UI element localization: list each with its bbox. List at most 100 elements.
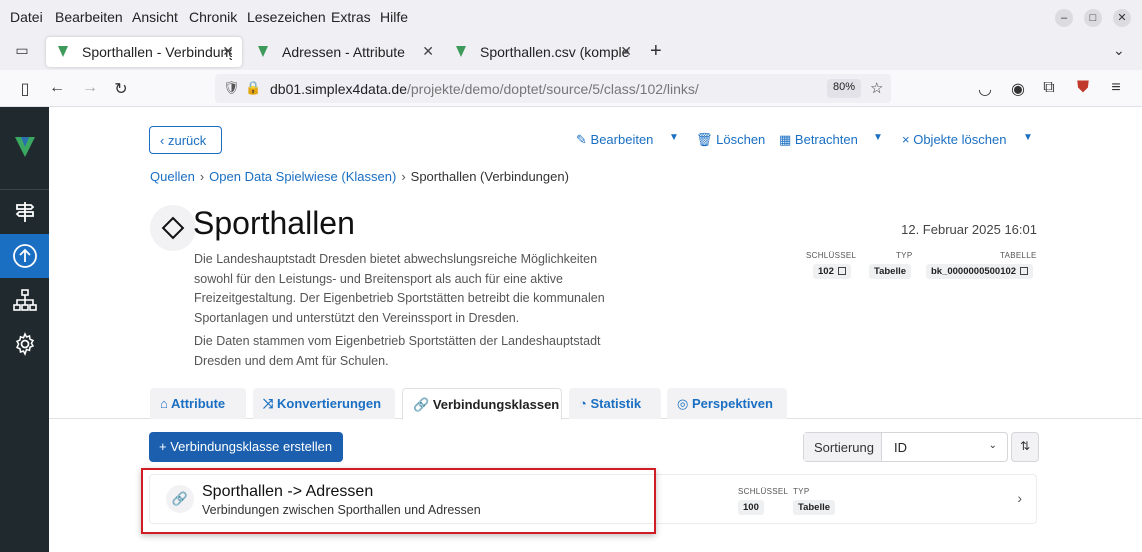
tab-perspektiven[interactable]: ◎ Perspektiven [667,388,787,419]
link-icon: 🔗 [413,397,430,412]
menu-lesezeichen[interactable]: Lesezeichen [247,9,326,25]
delete-button[interactable]: 🗑 Löschen [696,132,765,148]
type-value-badge: Tabelle [869,264,912,279]
url-text[interactable]: db01.simplex4data.de/projekte/demo/dopte… [270,81,699,97]
compass-icon: ◎ [677,396,689,411]
favicon-icon [58,46,68,57]
sidebar-item-upload[interactable] [0,234,49,278]
chevron-right-icon: › [199,169,205,184]
sort-label: Sortierung [804,433,882,461]
menu-datei[interactable]: Datei [10,9,43,25]
reload-icon[interactable]: ↻ [111,79,131,99]
class-type-icon [150,205,196,251]
browser-tab-label: Sporthallen - Verbindungsklassen [82,44,232,60]
back-button[interactable]: ‹ zurück [149,126,222,154]
chevron-down-icon[interactable]: ⌄ [1113,42,1125,59]
view-button[interactable]: ▦ Betrachten [779,132,858,148]
pencil-icon: ✎ [576,132,587,147]
menu-chronik[interactable]: Chronik [189,9,237,25]
delete-objects-button[interactable]: × Objekte löschen [902,132,1006,147]
copy-icon[interactable] [837,267,846,275]
tab-attribute[interactable]: ⌂ Attribute [150,388,246,419]
trash-icon: 🗑 [696,132,713,147]
link-icon: 🔗 [166,485,194,513]
url-bar[interactable]: 🛡 🔒 db01.simplex4data.de/projekte/demo/d… [215,74,891,103]
list-item-subtitle: Verbindungen zwischen Sporthallen und Ad… [202,503,481,517]
sidebar-item-sitemap[interactable] [0,278,49,322]
list-item-title[interactable]: Sporthallen -> Adressen [202,483,373,501]
item-type-value: Tabelle [793,500,836,515]
tab-label: Verbindungsklassen [432,397,560,412]
close-window-icon[interactable]: ✕ [1113,9,1131,27]
view-dropdown-caret-icon[interactable]: ▼ [873,132,883,143]
breadcrumb-link-spielwiese[interactable]: Open Data Spielwiese (Klassen) [209,169,396,184]
breadcrumb-link-quellen[interactable]: Quellen [150,169,195,184]
sidebar-item-settings[interactable] [0,322,49,366]
sidebar-toggle-icon[interactable]: ▯ [15,79,35,99]
sidebar-item-routing[interactable] [0,190,49,234]
create-link-class-button[interactable]: + Verbindungsklasse erstellen [149,432,343,462]
hamburger-menu-icon[interactable]: ≡ [1106,79,1126,97]
chevron-right-icon[interactable]: › [1017,490,1022,506]
extensions-icon[interactable]: ⧉ [1039,79,1059,97]
menu-hilfe[interactable]: Hilfe [380,9,408,25]
menu-extras[interactable]: Extras [331,9,371,25]
table-value: bk_0000000500102 [931,266,1017,277]
account-icon[interactable]: ◉ [1008,79,1028,99]
new-tab-icon[interactable]: + [650,40,662,63]
menu-ansicht[interactable]: Ansicht [132,9,178,25]
pie-chart-icon: ◔ [579,396,587,411]
close-tab-icon[interactable]: ✕ [222,43,234,60]
tab-label: Attribute [171,396,226,411]
menu-bearbeiten[interactable]: Bearbeiten [55,9,123,25]
edit-button[interactable]: ✎ Bearbeiten [576,132,653,148]
view-button-label: Betrachten [794,132,858,147]
delete-objects-dropdown-caret-icon[interactable]: ▼ [1023,132,1033,143]
lock-icon[interactable]: 🔒 [245,80,261,96]
gear-icon [15,332,34,356]
close-tab-icon[interactable]: ✕ [620,43,632,60]
menu-bar: Datei Bearbeiten Ansicht Chronik Lesezei… [0,0,1142,34]
tab-list-icon[interactable]: ▭ [12,42,32,62]
type-label: TYP [896,251,913,260]
tab-label: Statistik [590,396,642,411]
browser-tab-adressen[interactable]: Adressen - Attribute ✕ [246,37,442,67]
zoom-level[interactable]: 80% [827,79,862,98]
browser-tab-sporthallen-verbindung[interactable]: Sporthallen - Verbindungsklassen ✕ [46,37,242,67]
pocket-icon[interactable]: ◡ [975,79,995,99]
sort-select[interactable]: Sortierung ID ⌄ [803,432,1008,462]
plus-icon: + [159,439,167,454]
tab-verbindungsklassen[interactable]: 🔗 Verbindungsklassen [402,388,562,420]
favicon-icon [258,46,268,57]
delete-objects-button-label: Objekte löschen [913,132,1007,147]
maximize-icon[interactable]: □ [1084,9,1102,27]
chevron-left-icon: ‹ [160,133,165,148]
back-button-label: zurück [167,133,207,148]
back-arrow-icon[interactable]: ← [47,79,67,97]
list-item[interactable]: 🔗 Sporthallen -> Adressen Verbindungen z… [149,474,1037,524]
sitemap-icon [12,289,37,311]
close-tab-icon[interactable]: ✕ [422,43,434,60]
star-icon[interactable]: ☆ [870,79,883,97]
copy-icon[interactable] [1020,267,1029,275]
browser-tab-sporthallen-csv[interactable]: Sporthallen.csv (komplett) ✕ [444,37,640,67]
sort-direction-button[interactable]: ⇅ [1011,432,1039,462]
description-paragraph-1: Die Landeshauptstadt Dresden bietet abwe… [194,252,605,325]
diamond-icon [161,216,185,240]
ublock-icon[interactable]: ⛊ [1073,79,1093,97]
url-domain: db01.simplex4data.de [270,81,407,97]
shield-icon[interactable]: 🛡 [223,80,240,96]
chevron-down-icon: ⌄ [988,440,997,451]
tab-statistik[interactable]: ◔ Statistik [569,388,661,419]
description-paragraph-2: Die Daten stammen vom Eigenbetrieb Sport… [194,334,601,368]
minimize-icon[interactable]: – [1055,9,1073,27]
tab-konvertierungen[interactable]: ⤨ Konvertierungen [253,388,395,419]
key-value-badge[interactable]: 102 [813,264,851,279]
edit-dropdown-caret-icon[interactable]: ▼ [669,132,679,143]
table-value-badge[interactable]: bk_0000000500102 [926,264,1034,279]
shuffle-icon: ⤨ [263,396,274,411]
tab-label: Konvertierungen [277,396,382,411]
forward-arrow-icon[interactable]: → [80,79,100,97]
content-tabs: ⌂ Attribute ⤨ Konvertierungen 🔗 Verbindu… [49,388,1142,420]
timestamp: 12. Februar 2025 16:01 [901,222,1037,237]
